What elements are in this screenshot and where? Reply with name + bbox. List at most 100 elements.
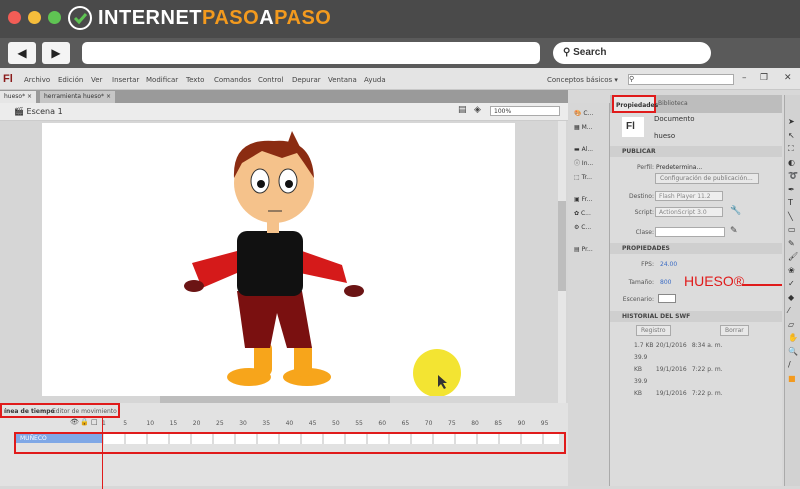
- search-box[interactable]: ⚲ Search: [553, 42, 711, 64]
- free-transform-icon[interactable]: ⛶: [788, 142, 798, 156]
- address-bar[interactable]: [82, 42, 540, 64]
- annotation-arrow: [742, 284, 782, 286]
- menu-insertar[interactable]: Insertar: [112, 76, 139, 84]
- scene-breadcrumb[interactable]: 🎬 Escena 1: [14, 107, 63, 116]
- stage-color-swatch[interactable]: [658, 294, 676, 303]
- history-size: 39.9 KB: [634, 378, 648, 397]
- menu-archivo[interactable]: Archivo: [24, 76, 50, 84]
- layer-row[interactable]: MUÑECO: [16, 434, 102, 443]
- properties-header[interactable]: PROPIEDADES: [610, 243, 782, 254]
- wrench-icon[interactable]: 🔧: [730, 206, 741, 216]
- panel-align[interactable]: ▬ Al...: [574, 143, 608, 157]
- tab-label: Biblioteca: [658, 100, 688, 107]
- frame-strip[interactable]: [104, 434, 559, 444]
- menu-ventana[interactable]: Ventana: [328, 76, 357, 84]
- panel-components[interactable]: ✿ C...: [574, 207, 608, 221]
- tab-timeline[interactable]: ínea de tiempo: [4, 408, 55, 415]
- tab-label: hueso*: [4, 93, 26, 100]
- class-input[interactable]: [655, 227, 725, 237]
- outline-icon[interactable]: □: [91, 418, 98, 426]
- edit-scene-icon[interactable]: ◈: [474, 105, 481, 115]
- menu-control[interactable]: Control: [258, 76, 283, 84]
- panel-code[interactable]: ⚙ C...: [574, 221, 608, 235]
- logo-text: A: [259, 6, 275, 29]
- tab-library[interactable]: Biblioteca: [658, 100, 688, 107]
- menu-edicion[interactable]: Edición: [58, 76, 83, 84]
- site-logo: INTERNETPASOAPASO: [68, 6, 331, 30]
- deco-icon[interactable]: ❀: [788, 264, 798, 278]
- menu-texto[interactable]: Texto: [186, 76, 204, 84]
- selection-tool-icon[interactable]: ➤: [788, 115, 798, 129]
- pencil-icon[interactable]: ✎: [730, 226, 738, 236]
- lock-icon[interactable]: 🔒: [80, 418, 89, 426]
- hand-icon[interactable]: ✋: [788, 331, 798, 345]
- eyedropper-icon[interactable]: ⁄: [788, 304, 798, 318]
- minimize-dot[interactable]: [28, 11, 41, 24]
- menu-depurar[interactable]: Depurar: [292, 76, 321, 84]
- script-select[interactable]: ActionScript 3.0: [655, 207, 723, 217]
- tab-motion-editor[interactable]: Editor de movimiento: [52, 408, 117, 415]
- panel-transform[interactable]: ⬚ Tr...: [574, 171, 608, 185]
- panel-frame[interactable]: ▣ Fr...: [574, 193, 608, 207]
- stage-canvas[interactable]: [42, 123, 515, 397]
- menu-modificar[interactable]: Modificar: [146, 76, 178, 84]
- size-label: Tamaño:: [628, 279, 654, 286]
- edit-symbols-icon[interactable]: ▤: [458, 105, 467, 115]
- tab-hueso[interactable]: hueso* ×: [0, 91, 37, 103]
- bone-tool-icon[interactable]: ✓: [788, 277, 798, 291]
- clear-button[interactable]: Borrar: [720, 325, 749, 336]
- panel-presets[interactable]: ▤ Pr...: [574, 243, 608, 257]
- minimize-button[interactable]: –: [742, 73, 747, 83]
- paint-bucket-icon[interactable]: ◆: [788, 291, 798, 305]
- size-value[interactable]: 800: [660, 279, 671, 286]
- menu-ayuda[interactable]: Ayuda: [364, 76, 386, 84]
- vertical-scrollbar[interactable]: [558, 121, 566, 403]
- text-tool-icon[interactable]: T: [788, 196, 798, 210]
- target-select[interactable]: Flash Player 11.2: [655, 191, 723, 201]
- logo-text: PASO: [202, 6, 260, 29]
- fps-value[interactable]: 24.00: [660, 261, 677, 268]
- close-button[interactable]: ✕: [784, 73, 792, 83]
- frame-number: 5: [123, 420, 128, 427]
- log-button[interactable]: Registro: [636, 325, 671, 336]
- eye-icon[interactable]: 👁: [70, 418, 79, 426]
- document-icon: Fl: [622, 117, 644, 137]
- panel-info[interactable]: ⓘ In...: [574, 157, 608, 171]
- forward-button[interactable]: ▶: [42, 42, 70, 64]
- frame-number: 10: [146, 420, 155, 427]
- tab-properties[interactable]: Propiedades: [612, 95, 658, 113]
- stroke-color-icon[interactable]: /: [788, 358, 798, 372]
- zoom-select[interactable]: 100%: [490, 106, 560, 116]
- 3d-rotation-icon[interactable]: ◐: [788, 156, 798, 170]
- fps-label: FPS:: [641, 261, 654, 268]
- panel-label: C...: [581, 224, 592, 231]
- tab-herramienta-hueso[interactable]: herramienta hueso* ×: [40, 91, 115, 103]
- subselection-tool-icon[interactable]: ↖: [788, 129, 798, 143]
- back-button[interactable]: ◀: [8, 42, 36, 64]
- rectangle-icon[interactable]: ▭: [788, 223, 798, 237]
- publish-header[interactable]: PUBLICAR: [610, 146, 782, 157]
- pen-icon[interactable]: ✒: [788, 183, 798, 197]
- history-time: 7:22 p. m.: [691, 390, 723, 397]
- zoom-icon[interactable]: 🔍: [788, 345, 798, 359]
- close-dot[interactable]: [8, 11, 21, 24]
- zoom-value: 100%: [494, 108, 512, 115]
- fill-color-icon[interactable]: ■: [788, 372, 798, 386]
- panel-swatches[interactable]: ▦ M...: [574, 121, 608, 135]
- brush-icon[interactable]: 🖌: [788, 250, 798, 264]
- panel-color[interactable]: 🎨 C...: [574, 107, 608, 121]
- workspace-selector[interactable]: Conceptos básicos ▾: [547, 76, 618, 84]
- script-label: Script:: [634, 209, 654, 216]
- eraser-icon[interactable]: ▱: [788, 318, 798, 332]
- scene-bar: 🎬 Escena 1 ▤ ◈ 100%: [0, 103, 568, 121]
- publish-settings-button[interactable]: Configuración de publicación...: [655, 173, 759, 184]
- maximize-dot[interactable]: [48, 11, 61, 24]
- pencil-icon[interactable]: ✎: [788, 237, 798, 251]
- help-search-input[interactable]: ⚲: [628, 74, 734, 85]
- menu-comandos[interactable]: Comandos: [214, 76, 251, 84]
- restore-button[interactable]: ❐: [760, 73, 768, 83]
- lasso-icon[interactable]: ➰: [788, 169, 798, 183]
- swf-history-header[interactable]: HISTORIAL DEL SWF: [610, 311, 782, 322]
- menu-ver[interactable]: Ver: [91, 76, 102, 84]
- line-tool-icon[interactable]: ╲: [788, 210, 798, 224]
